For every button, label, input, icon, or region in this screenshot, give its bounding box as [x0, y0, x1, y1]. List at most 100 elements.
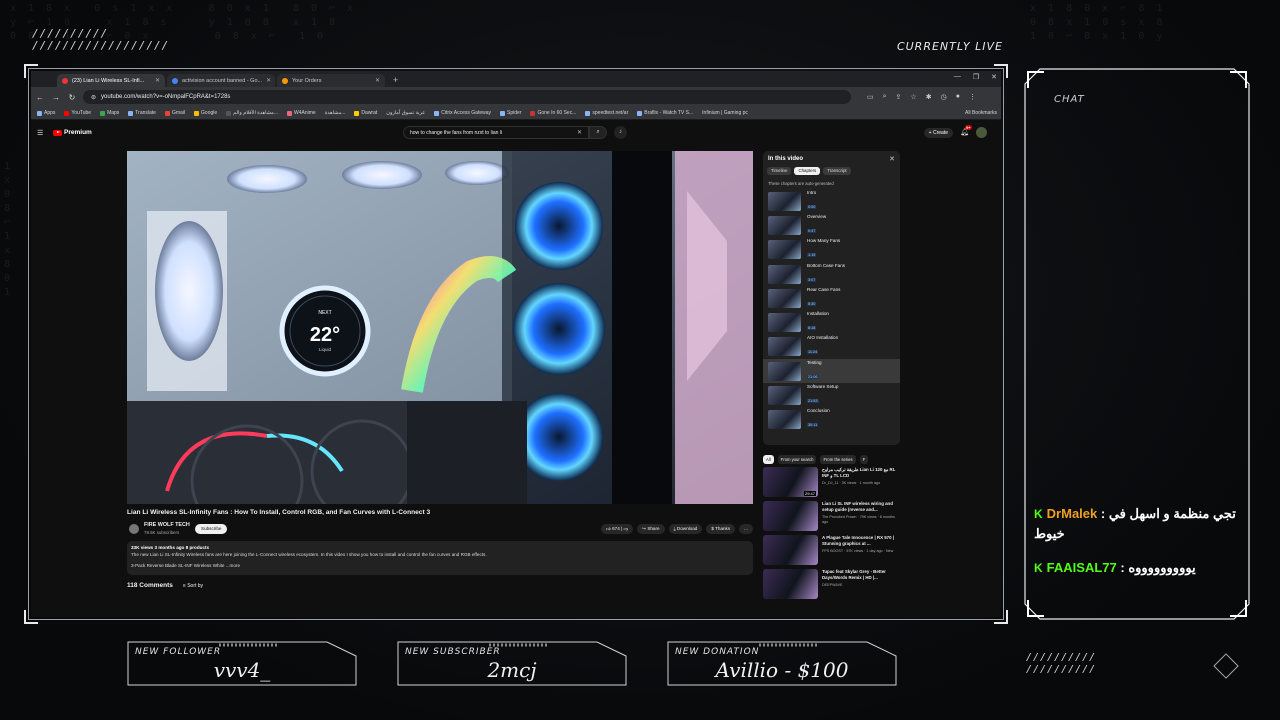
- chip-more[interactable]: F: [859, 455, 869, 464]
- tab-label: Your Orders: [292, 77, 322, 84]
- cast-icon[interactable]: ▭: [867, 93, 874, 101]
- youtube-logo[interactable]: Premium: [53, 129, 92, 136]
- recommended-video[interactable]: Tupac feat Skylar Grey - Better Days/Wor…: [763, 569, 900, 600]
- clear-icon[interactable]: ✕: [577, 129, 582, 136]
- bookmark-item[interactable]: Apps: [37, 110, 55, 116]
- chapter-thumbnail: [768, 313, 801, 333]
- bookmark-label: عربة تسوق أمازون: [386, 110, 426, 116]
- forward-icon[interactable]: →: [51, 93, 61, 102]
- chapter-item[interactable]: Rear Case Fans 5:30: [763, 286, 900, 310]
- bookmark-item[interactable]: مشاهدة الأفلام والم...: [226, 110, 278, 116]
- maximize-icon[interactable]: ❐: [973, 73, 979, 81]
- hamburger-menu-icon[interactable]: ☰: [37, 129, 43, 137]
- bookmark-item[interactable]: Spider: [500, 110, 521, 116]
- bookmark-item[interactable]: Infinium | Gaming pc: [702, 110, 748, 116]
- description-meta: 33K views 3 months ago 8 products: [131, 545, 210, 550]
- profile-icon[interactable]: ●: [956, 93, 960, 101]
- follower-alert: NEW FOLLOWER vvv4_: [127, 641, 357, 686]
- like-button[interactable]: 👍︎ 674 | 👎︎: [601, 524, 634, 534]
- chapter-item[interactable]: How Many Fans 1:15: [763, 238, 900, 262]
- channel-avatar[interactable]: [129, 524, 139, 534]
- close-window-icon[interactable]: ✕: [991, 73, 997, 81]
- zoom-icon[interactable]: ⌕: [883, 93, 887, 101]
- bookmark-item[interactable]: speedtest.net/ar: [585, 110, 628, 116]
- tab-youtube[interactable]: (23) Lian Li Wireless SL-Infi... ✕: [57, 74, 165, 87]
- chapter-item[interactable]: Overview 0:47: [763, 213, 900, 237]
- search-icon[interactable]: ⌕: [589, 126, 607, 139]
- back-icon[interactable]: ←: [35, 93, 45, 102]
- chapter-item[interactable]: Software Setup 21:53: [763, 383, 900, 407]
- bookmark-item[interactable]: Translate: [128, 110, 156, 116]
- chapter-time: 8:18: [807, 326, 817, 331]
- bookmark-item[interactable]: مشاهدة...: [325, 110, 346, 116]
- bookmark-item[interactable]: Google: [194, 110, 217, 116]
- video-actions: 👍︎ 674 | 👎︎ ↪ Share ⤓ Download $ Thanks …: [601, 524, 753, 534]
- chip-from-search[interactable]: From your search: [777, 455, 817, 464]
- notifications-icon[interactable]: 🔔︎ 9+: [960, 125, 972, 136]
- bookmark-item[interactable]: Dawrat: [354, 110, 377, 116]
- chapter-time: 0:00: [807, 204, 817, 209]
- recommendation-chips: All From your search From the series F: [763, 455, 869, 464]
- chip-all[interactable]: All: [763, 455, 774, 464]
- sort-button[interactable]: ≡ Sort by: [183, 583, 203, 589]
- bookmark-item[interactable]: W4Anime: [287, 110, 316, 116]
- channel-name[interactable]: FIRE WOLF TECH: [144, 522, 190, 528]
- bookmark-item[interactable]: YouTube: [64, 110, 91, 116]
- close-icon[interactable]: ✕: [889, 155, 895, 163]
- share-icon[interactable]: ⇪: [896, 93, 902, 101]
- chapter-item[interactable]: Intro 0:00: [763, 189, 900, 213]
- menu-icon[interactable]: ⋮: [969, 93, 976, 101]
- create-button[interactable]: + Create: [923, 128, 953, 138]
- share-button[interactable]: ↪ Share: [637, 524, 665, 534]
- tab-timeline[interactable]: Timeline: [767, 167, 792, 175]
- tab-amazon[interactable]: Your Orders ✕: [277, 74, 385, 87]
- notification-badge: 9+: [965, 125, 972, 130]
- bookmark-item[interactable]: Maps: [100, 110, 119, 116]
- microphone-icon[interactable]: ♪: [614, 126, 627, 139]
- minimize-icon[interactable]: —: [954, 73, 961, 81]
- close-icon[interactable]: ✕: [266, 77, 271, 84]
- chip-from-series[interactable]: From the series: [820, 455, 856, 464]
- reload-icon[interactable]: ↻: [67, 93, 77, 102]
- extensions-icon[interactable]: ✱: [926, 93, 932, 101]
- recommended-video[interactable]: 29:47 طريقة تركيب مراوح Lian Li مع 120 RL…: [763, 467, 900, 498]
- chapters-panel: In this video ✕ Timeline Chapters Transcr…: [763, 151, 900, 445]
- bookmark-label: Braflix - Watch TV S...: [644, 110, 694, 116]
- recommended-video[interactable]: Lian Li SL INF wireless wiring and setup…: [763, 501, 900, 532]
- download-button[interactable]: ⤓ Download: [668, 524, 703, 534]
- close-icon[interactable]: ✕: [375, 77, 380, 84]
- history-icon[interactable]: ◷: [941, 93, 947, 101]
- bookmark-item[interactable]: Gone In 60 Sec...: [530, 110, 576, 116]
- video-thumbnail: [763, 569, 818, 599]
- video-player[interactable]: NEXT 22° Liquid: [127, 151, 753, 504]
- channel-row: FIRE WOLF TECH 78.6K subscribers Subscri…: [127, 521, 753, 537]
- chapter-item[interactable]: AIO Installation 11:24: [763, 335, 900, 359]
- chapter-item[interactable]: Installation 8:18: [763, 310, 900, 334]
- avatar[interactable]: [976, 127, 987, 138]
- bookmark-star-icon[interactable]: ☆: [910, 93, 916, 101]
- search-input[interactable]: how to change the fans from nzxt to lian…: [403, 126, 589, 139]
- bookmark-item[interactable]: Braflix - Watch TV S...: [637, 110, 693, 116]
- all-bookmarks[interactable]: All Bookmarks: [961, 110, 997, 116]
- more-actions-button[interactable]: ...: [739, 524, 753, 534]
- recommended-video[interactable]: A Plague Tale Innocence | RX 570 | Stunn…: [763, 535, 900, 566]
- bookmark-item[interactable]: عربة تسوق أمازون: [386, 110, 425, 116]
- url-input[interactable]: ⊜ youtube.com/watch?v=-oNmpalFCpRA&t=1728…: [83, 90, 851, 104]
- chapter-time: 30:11: [807, 423, 819, 428]
- video-description[interactable]: 33K views 3 months ago 8 products The ne…: [127, 541, 753, 575]
- new-tab-button[interactable]: +: [387, 74, 404, 87]
- thanks-button[interactable]: $ Thanks: [706, 524, 736, 534]
- chapter-item[interactable]: Bottom Case Fans 3:07: [763, 262, 900, 286]
- tab-transcript[interactable]: Transcript: [823, 167, 851, 175]
- chapter-title: Software Setup: [807, 384, 839, 390]
- tab-google[interactable]: activision account banned - Go... ✕: [167, 74, 275, 87]
- bookmark-item[interactable]: Citrix Access Gateway: [434, 110, 491, 116]
- chapter-thumbnail: [768, 288, 801, 308]
- bookmark-item[interactable]: Gmail: [164, 110, 185, 116]
- subscribe-button[interactable]: Subscribe: [195, 524, 228, 534]
- chapter-title: Installation: [807, 311, 829, 317]
- chapter-item[interactable]: Testing 21:06: [763, 359, 900, 384]
- close-icon[interactable]: ✕: [155, 77, 160, 84]
- chapter-item[interactable]: Conclusion 30:11: [763, 408, 900, 432]
- tab-chapters[interactable]: Chapters: [794, 167, 821, 175]
